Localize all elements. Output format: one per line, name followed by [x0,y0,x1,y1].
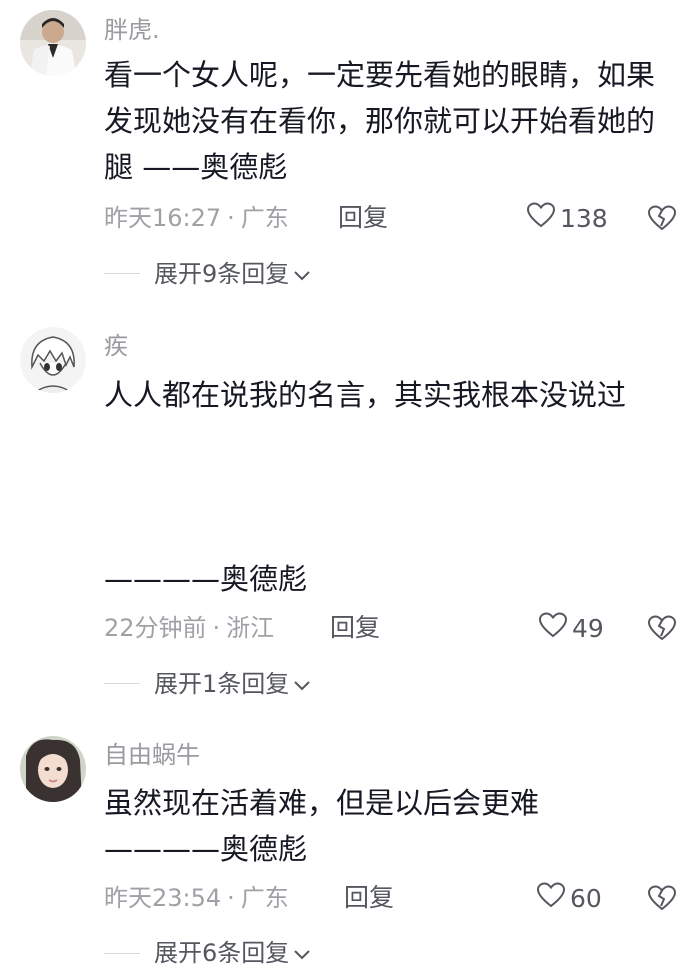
dislike-button[interactable] [646,204,678,236]
avatar[interactable] [20,327,86,393]
heart-outline-icon [538,611,572,645]
reply-button[interactable]: 回复 [330,612,380,644]
chevron-down-icon [289,937,311,969]
expand-divider [104,273,140,274]
expand-replies-label: 展开6条回复 [154,939,290,967]
expand-replies-button[interactable]: 展开9条回复 [154,258,311,290]
username[interactable]: 疾 [104,330,128,362]
expand-replies-label: 展开1条回复 [154,670,290,698]
dislike-button[interactable] [646,884,678,916]
comment-location: 广东 [240,884,289,912]
heart-outline-icon [526,201,560,235]
username[interactable]: 自由蜗牛 [104,739,200,771]
reply-button[interactable]: 回复 [338,202,388,234]
broken-heart-icon [646,885,678,916]
like-button[interactable]: 138 [526,202,608,234]
username[interactable]: 胖虎. [104,14,160,46]
dislike-button[interactable] [646,614,678,646]
expand-replies-button[interactable]: 展开1条回复 [154,668,311,700]
meta-separator: · [227,884,235,912]
reply-button[interactable]: 回复 [344,882,394,914]
comment-location: 浙江 [226,614,275,642]
like-count: 60 [570,883,602,913]
comment-meta: 22分钟前 · 浙江 [104,612,274,644]
expand-divider [104,953,140,954]
meta-separator: · [227,204,235,232]
broken-heart-icon [646,205,678,236]
comment-time: 昨天16:27 [104,204,222,232]
chevron-down-icon [289,258,311,290]
expand-divider [104,683,140,684]
heart-outline-icon [536,881,570,915]
comment-meta: 昨天16:27 · 广东 [104,202,289,234]
like-count: 49 [572,613,604,643]
comment-time: 22分钟前 [104,614,207,642]
avatar[interactable] [20,736,86,802]
like-count: 138 [560,203,608,233]
comment-meta: 昨天23:54 · 广东 [104,882,289,914]
comment-location: 广东 [240,204,289,232]
comment-time: 昨天23:54 [104,884,222,912]
chevron-down-icon [289,668,311,700]
comment-text: 虽然现在活着难，但是以后会更难 ————奥德彪 [104,786,540,866]
like-button[interactable]: 49 [538,612,604,644]
broken-heart-icon [646,615,678,646]
comment-text: 人人都在说我的名言，其实我根本没说过 ————奥德彪 [104,378,627,596]
avatar[interactable] [20,10,86,76]
meta-separator: · [212,614,221,642]
expand-replies-label: 展开9条回复 [154,260,290,288]
comment-text: 看一个女人呢，一定要先看她的眼睛，如果发现她没有在看你，那你就可以开始看她的腿 … [104,58,656,184]
expand-replies-button[interactable]: 展开6条回复 [154,937,311,969]
like-button[interactable]: 60 [536,882,602,914]
